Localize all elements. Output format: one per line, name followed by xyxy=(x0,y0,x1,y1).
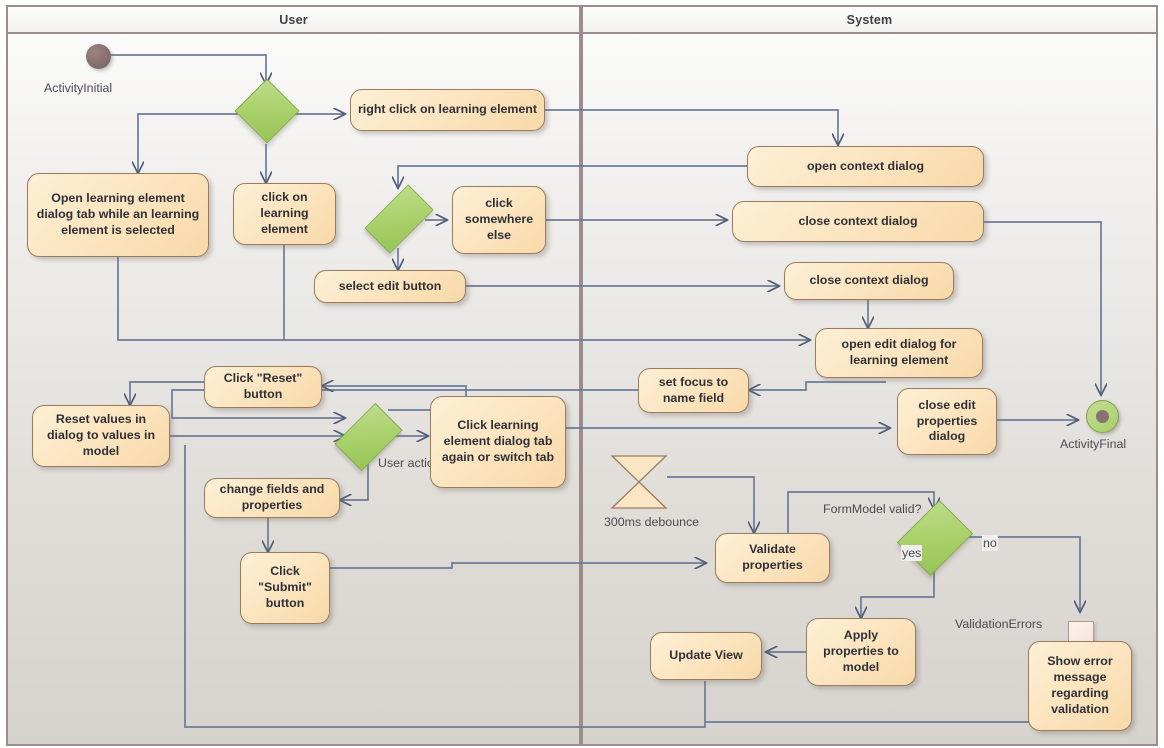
decision-node-context xyxy=(364,184,434,254)
node-label: open context dialog xyxy=(806,158,925,173)
node-validate-properties[interactable]: Validate properties xyxy=(715,533,830,583)
node-label: Validate properties xyxy=(742,542,803,572)
node-label: close context dialog xyxy=(809,273,929,288)
node-label: Update View xyxy=(669,648,743,663)
edge-layer xyxy=(110,54,1164,728)
node-label: close edit properties dialog xyxy=(916,397,978,444)
node-label: close context dialog xyxy=(798,213,918,228)
node-label: open edit dialog for learning element xyxy=(841,337,957,367)
decision-node-entry xyxy=(234,78,300,144)
activity-initial-label: ActivityInitial xyxy=(44,81,113,95)
node-close-edit-properties-dialog[interactable]: close edit properties dialog xyxy=(897,388,997,455)
node-apply-properties-to-model[interactable]: Apply properties to model xyxy=(806,618,916,686)
node-change-fields-and-properties[interactable]: change fields and properties xyxy=(204,478,340,518)
node-click-learning-element-dialog-tab[interactable]: Click learning element dialog tab again … xyxy=(430,396,566,488)
label-user-action: User action xyxy=(378,456,441,470)
label-validation-errors: ValidationErrors xyxy=(955,617,1043,631)
node-label: click somewhere else xyxy=(464,196,534,242)
node-label: change fields and properties xyxy=(219,482,325,512)
node-click-reset-button[interactable]: Click "Reset" button xyxy=(204,366,322,408)
label-guard-no: no xyxy=(982,535,998,552)
node-label: select edit button xyxy=(338,278,442,293)
node-click-submit-button[interactable]: Click "Submit" button xyxy=(240,552,330,624)
node-click-somewhere-else[interactable]: click somewhere else xyxy=(452,186,546,254)
node-set-focus-to-name-field[interactable]: set focus to name field xyxy=(638,368,749,413)
node-label: right click on learning element xyxy=(357,102,538,117)
node-show-error-message[interactable]: Show error message regarding validation xyxy=(1028,641,1132,731)
node-label: Apply properties to model xyxy=(823,628,899,674)
node-close-context-dialog-2[interactable]: close context dialog xyxy=(784,262,954,300)
time-event-hourglass-icon xyxy=(610,454,668,510)
activity-final-label: ActivityFinal xyxy=(1060,437,1127,451)
node-label: Open learning element dialog tab while a… xyxy=(36,191,200,237)
node-update-view[interactable]: Update View xyxy=(650,632,762,680)
label-debounce: 300ms debounce xyxy=(604,515,700,529)
node-open-learning-dialog-tab[interactable]: Open learning element dialog tab while a… xyxy=(27,173,209,257)
activity-diagram-canvas: User System ActivityInitial Open learnin… xyxy=(0,0,1164,748)
node-select-edit-button[interactable]: select edit button xyxy=(314,270,466,303)
node-click-on-learning-element[interactable]: click on learning element xyxy=(233,183,336,245)
node-open-edit-dialog[interactable]: open edit dialog for learning element xyxy=(815,328,983,378)
node-label: Click learning element dialog tab again … xyxy=(441,418,555,464)
activity-initial-node xyxy=(86,44,111,69)
node-label: set focus to name field xyxy=(658,374,729,405)
node-label: Click "Reset" button xyxy=(223,371,303,401)
node-label: Reset values in dialog to values in mode… xyxy=(46,412,156,458)
activity-final-node xyxy=(1086,400,1119,433)
node-label: Click "Submit" button xyxy=(258,564,312,610)
node-right-click-on-learning-element[interactable]: right click on learning element xyxy=(350,89,545,131)
label-guard-yes: yes xyxy=(901,545,923,562)
node-label: click on learning element xyxy=(260,190,309,236)
label-form-model-valid: FormModel valid? xyxy=(823,502,922,516)
node-open-context-dialog[interactable]: open context dialog xyxy=(747,146,984,187)
node-reset-values-in-dialog[interactable]: Reset values in dialog to values in mode… xyxy=(32,405,170,467)
node-label: Show error message regarding validation xyxy=(1047,654,1113,716)
node-close-context-dialog-1[interactable]: close context dialog xyxy=(732,201,984,242)
